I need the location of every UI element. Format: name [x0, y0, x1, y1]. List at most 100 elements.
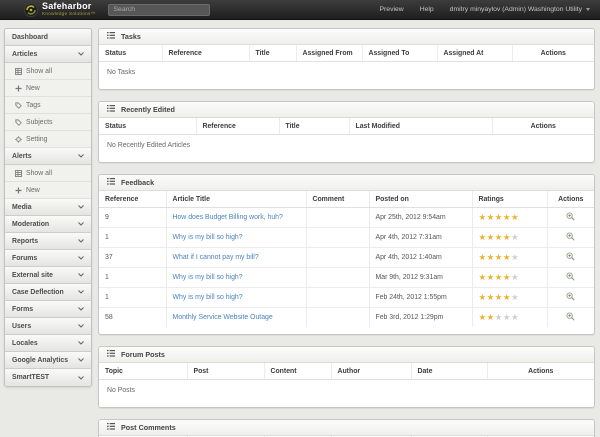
- comment-cell: [306, 248, 369, 268]
- post-comments-panel-header: Post Comments: [99, 420, 594, 436]
- preview-link[interactable]: Preview: [380, 6, 404, 13]
- sidebar-item-moderation[interactable]: Moderation: [5, 216, 91, 233]
- article-title-link[interactable]: Why is my bill so high?: [173, 234, 243, 241]
- column-header: Date: [411, 363, 487, 380]
- column-header: Assigned To: [362, 45, 437, 62]
- chevron-down-icon: [78, 154, 84, 158]
- forum-posts-panel: Forum Posts Topic Post Content Author Da…: [98, 346, 595, 408]
- panel-title: Recently Edited: [121, 105, 175, 114]
- sidebar-item-articles-subjects[interactable]: Subjects: [5, 114, 91, 131]
- recently-edited-panel-header: Recently Edited: [99, 102, 594, 118]
- table-row: 37 What if I cannot pay my bill? Apr 4th…: [99, 248, 594, 268]
- sidebar-item-label: Articles: [12, 51, 37, 58]
- article-title-link[interactable]: Why is my bill so high?: [173, 274, 243, 281]
- column-header: Last Modified: [349, 118, 492, 135]
- column-header: Status: [99, 45, 162, 62]
- sidebar-item-articles-tags[interactable]: Tags: [5, 97, 91, 114]
- chevron-down-icon: [78, 239, 84, 243]
- sidebar-item-articles[interactable]: Articles: [5, 46, 91, 63]
- article-title-link[interactable]: Monthly Service Website Outage: [173, 314, 273, 321]
- sidebar-item-label: Reports: [12, 238, 38, 245]
- forum-posts-table: Topic Post Content Author Date Actions: [99, 363, 594, 380]
- user-menu[interactable]: dmitry minyaylov (Admin) Washington Util…: [450, 6, 590, 13]
- list-icon: [107, 178, 115, 187]
- sidebar-item-dashboard[interactable]: Dashboard: [5, 29, 91, 46]
- sidebar-item-label: Show all: [26, 170, 52, 177]
- sidebar-item-label: Tags: [26, 102, 41, 109]
- zoom-in-icon[interactable]: [566, 292, 575, 301]
- rating-stars: ★★★★★: [479, 232, 520, 242]
- comment-cell: [306, 228, 369, 248]
- zoom-in-icon[interactable]: [566, 212, 575, 221]
- sidebar-item-users[interactable]: Users: [5, 318, 91, 335]
- grid-icon: [14, 68, 22, 75]
- sidebar-item-media[interactable]: Media: [5, 199, 91, 216]
- column-header: Content: [264, 363, 331, 380]
- chevron-down-icon: [78, 52, 84, 56]
- sidebar-item-articles-show-all[interactable]: Show all: [5, 63, 91, 80]
- column-header: Status: [99, 118, 196, 135]
- column-header: Actions: [512, 45, 594, 62]
- help-link[interactable]: Help: [420, 6, 434, 13]
- comment-cell: [306, 308, 369, 328]
- zoom-in-icon[interactable]: [566, 272, 575, 281]
- user-menu-label: dmitry minyaylov (Admin) Washington Util…: [450, 6, 582, 13]
- article-title-link[interactable]: Why is my bill so high?: [173, 294, 243, 301]
- rating-stars: ★★★★★: [479, 292, 520, 302]
- column-header: Title: [249, 45, 296, 62]
- rating-stars: ★★★★★: [479, 252, 520, 262]
- plus-icon: [14, 85, 22, 92]
- column-header: Comment: [306, 191, 369, 208]
- chevron-down-icon: [78, 222, 84, 226]
- top-nav: Preview Help dmitry minyaylov (Admin) Wa…: [380, 6, 591, 13]
- panel-title: Feedback: [121, 178, 154, 187]
- article-title-link[interactable]: How does Budget Billing work, huh?: [173, 214, 283, 221]
- caret-down-icon: [586, 8, 590, 11]
- rating-stars: ★★★★★: [479, 272, 520, 282]
- sidebar-item-label: Locales: [12, 340, 38, 347]
- column-header: Topic: [99, 363, 187, 380]
- table-row: 1 Why is my bill so high? Mar 9th, 2012 …: [99, 268, 594, 288]
- column-header: Actions: [487, 363, 594, 380]
- zoom-in-icon[interactable]: [566, 312, 575, 321]
- sidebar-item-label: Dashboard: [12, 34, 48, 41]
- sidebar-item-alerts-show-all[interactable]: Show all: [5, 165, 91, 182]
- sidebar-item-label: Users: [12, 323, 31, 330]
- sidebar-item-forms[interactable]: Forms: [5, 301, 91, 318]
- comment-cell: [306, 208, 369, 228]
- sidebar-item-google-analytics[interactable]: Google Analytics: [5, 352, 91, 369]
- sidebar-item-articles-setting[interactable]: Setting: [5, 131, 91, 148]
- search-input[interactable]: [108, 4, 210, 16]
- sidebar-item-forums[interactable]: Forums: [5, 250, 91, 267]
- table-row: 1 Why is my bill so high? Apr 4th, 2012 …: [99, 228, 594, 248]
- sidebar-item-articles-new[interactable]: New: [5, 80, 91, 97]
- table-row: 1 Why is my bill so high? Feb 24th, 2012…: [99, 288, 594, 308]
- posted-on-cell: Mar 9th, 2012 9:31am: [369, 268, 472, 288]
- sidebar-item-smarttest[interactable]: SmartTEST: [5, 369, 91, 386]
- chevron-down-icon: [78, 341, 84, 345]
- column-header: Assigned From: [296, 45, 362, 62]
- zoom-in-icon[interactable]: [566, 252, 575, 261]
- sidebar-item-alerts-new[interactable]: New: [5, 182, 91, 199]
- chevron-down-icon: [78, 376, 84, 380]
- sidebar-item-label: New: [26, 85, 40, 92]
- sidebar-item-alerts[interactable]: Alerts: [5, 148, 91, 165]
- reference-cell: 1: [99, 228, 166, 248]
- empty-state: No Tasks: [99, 62, 594, 89]
- recently-edited-panel: Recently Edited Status Reference Title L…: [98, 101, 595, 163]
- sidebar-item-reports[interactable]: Reports: [5, 233, 91, 250]
- sidebar: Dashboard Articles Show all New Tags Sub…: [4, 28, 92, 387]
- sidebar-item-label: Forms: [12, 306, 33, 313]
- sidebar-item-external-site[interactable]: External site: [5, 267, 91, 284]
- sidebar-item-locales[interactable]: Locales: [5, 335, 91, 352]
- list-icon: [107, 350, 115, 359]
- column-header: Title: [279, 118, 349, 135]
- rating-stars: ★★★★★: [479, 312, 520, 322]
- column-header: Post: [187, 363, 264, 380]
- column-header: Actions: [547, 191, 594, 208]
- sidebar-item-label: Subjects: [26, 119, 52, 126]
- zoom-in-icon[interactable]: [566, 232, 575, 241]
- column-header: Reference: [196, 118, 279, 135]
- sidebar-item-case-deflection[interactable]: Case Deflection: [5, 284, 91, 301]
- article-title-link[interactable]: What if I cannot pay my bill?: [173, 254, 259, 261]
